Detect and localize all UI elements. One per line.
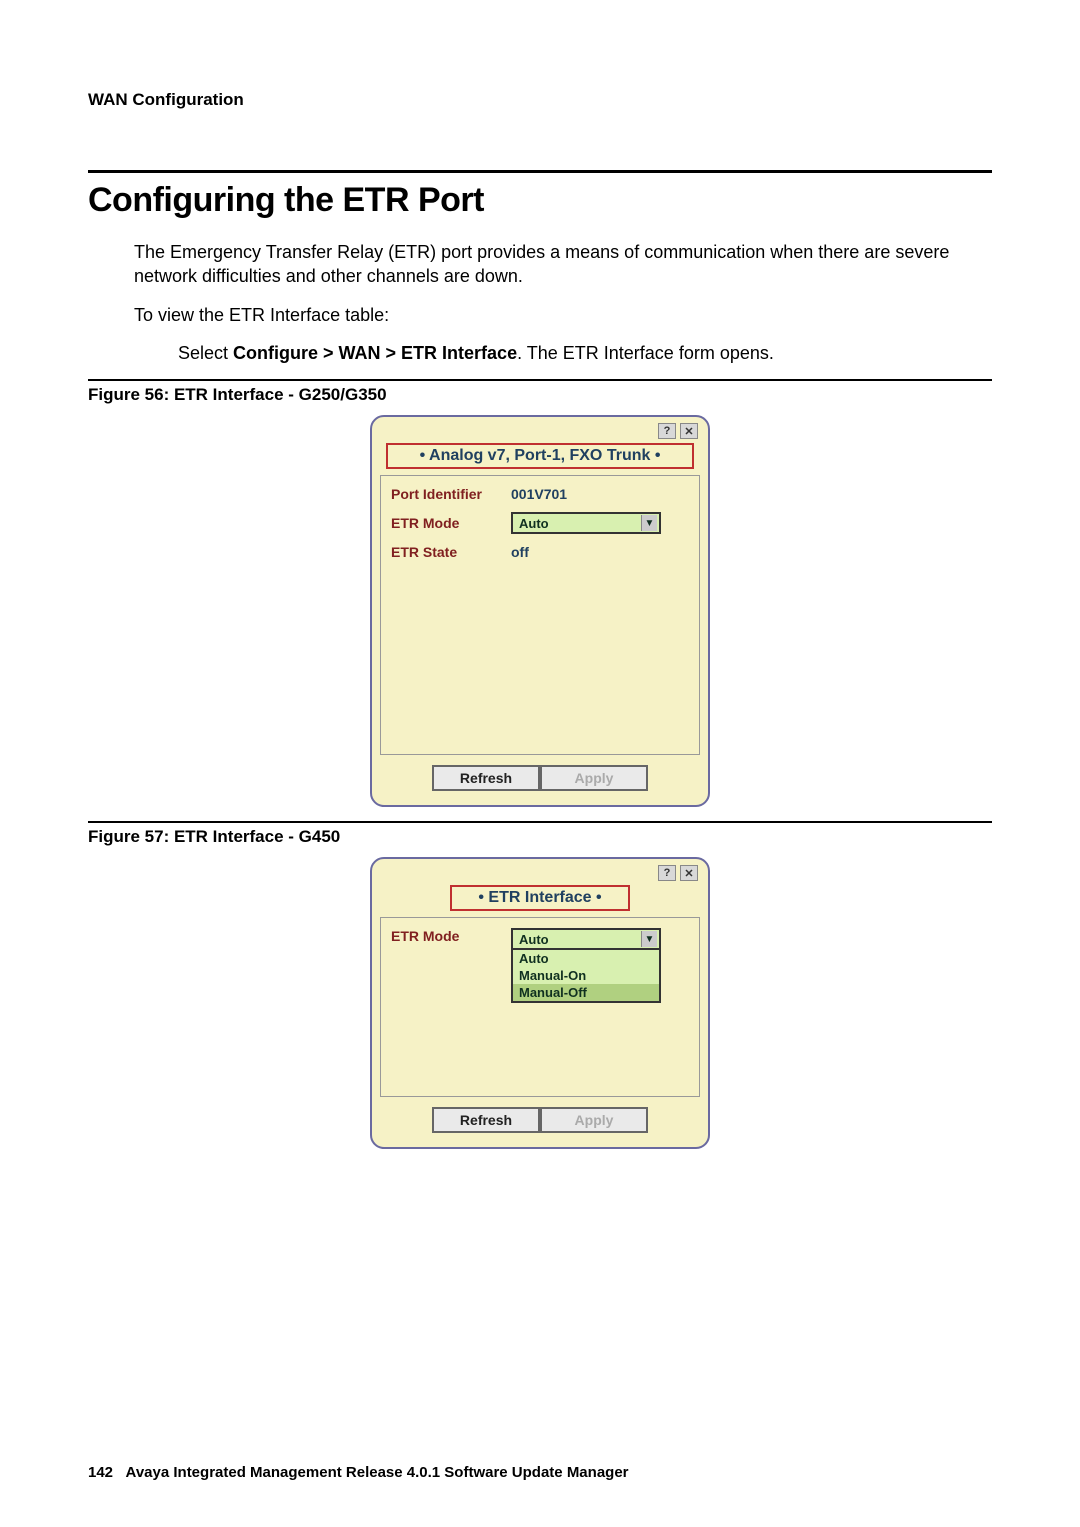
divider-fig56-top <box>88 379 992 381</box>
panel57-icons: ? ✕ <box>380 865 700 885</box>
etr-mode-dropdown[interactable]: Auto Manual-On Manual-Off <box>511 948 661 1003</box>
divider-fig57-top <box>88 821 992 823</box>
panel57-title: • ETR Interface • <box>450 885 630 911</box>
help-icon[interactable]: ? <box>658 423 676 439</box>
row-etr-state: ETR State off <box>391 544 689 560</box>
panel56-title: • Analog v7, Port-1, FXO Trunk • <box>386 443 694 469</box>
etr-state-value: off <box>511 544 529 560</box>
option-manual-on[interactable]: Manual-On <box>513 967 659 984</box>
apply-button[interactable]: Apply <box>540 1107 648 1133</box>
apply-button[interactable]: Apply <box>540 765 648 791</box>
footer-text: Avaya Integrated Management Release 4.0.… <box>126 1464 629 1481</box>
page-header: WAN Configuration <box>88 90 992 110</box>
chevron-down-icon: ▼ <box>641 931 657 947</box>
option-manual-off[interactable]: Manual-Off <box>513 984 659 1001</box>
step-line: Select Configure > WAN > ETR Interface. … <box>178 341 992 365</box>
divider-top <box>88 170 992 173</box>
fig56-container: ? ✕ • Analog v7, Port-1, FXO Trunk • Por… <box>88 415 992 807</box>
etr-panel-g250: ? ✕ • Analog v7, Port-1, FXO Trunk • Por… <box>370 415 710 807</box>
page-footer: 142 Avaya Integrated Management Release … <box>88 1464 629 1481</box>
step-prefix: Select <box>178 343 233 363</box>
port-identifier-value: 001V701 <box>511 486 567 502</box>
panel56-buttons: Refresh Apply <box>380 765 700 791</box>
fig56-caption: Figure 56: ETR Interface - G250/G350 <box>88 385 992 405</box>
panel56-inner: Port Identifier 001V701 ETR Mode Auto ▼ … <box>380 475 700 755</box>
panel57-buttons: Refresh Apply <box>380 1107 700 1133</box>
close-icon[interactable]: ✕ <box>680 423 698 439</box>
refresh-button[interactable]: Refresh <box>432 1107 540 1133</box>
chevron-down-icon: ▼ <box>641 515 657 531</box>
close-icon[interactable]: ✕ <box>680 865 698 881</box>
row-etr-mode: ETR Mode Auto ▼ <box>391 512 689 534</box>
page-number: 142 <box>88 1464 113 1481</box>
intro-paragraph: The Emergency Transfer Relay (ETR) port … <box>134 240 992 289</box>
page-title: Configuring the ETR Port <box>88 181 992 220</box>
etr-mode-value: Auto <box>519 516 549 531</box>
etr-mode-select-g450[interactable]: Auto ▼ <box>511 928 661 950</box>
option-auto[interactable]: Auto <box>513 950 659 967</box>
help-icon[interactable]: ? <box>658 865 676 881</box>
step-suffix: . The ETR Interface form opens. <box>517 343 774 363</box>
panel56-icons: ? ✕ <box>380 423 700 443</box>
step-bold: Configure > WAN > ETR Interface <box>233 343 517 363</box>
lead-paragraph: To view the ETR Interface table: <box>134 303 992 327</box>
row-port-identifier: Port Identifier 001V701 <box>391 486 689 502</box>
panel57-inner: ETR Mode Auto ▼ Auto Manual-On Manual-Of… <box>380 917 700 1097</box>
etr-state-label: ETR State <box>391 544 511 560</box>
fig57-container: ? ✕ • ETR Interface • ETR Mode Auto ▼ Au… <box>88 857 992 1149</box>
etr-mode-select[interactable]: Auto ▼ <box>511 512 661 534</box>
etr-mode-label: ETR Mode <box>391 515 511 531</box>
refresh-button[interactable]: Refresh <box>432 765 540 791</box>
etr-panel-g450: ? ✕ • ETR Interface • ETR Mode Auto ▼ Au… <box>370 857 710 1149</box>
etr-mode-value-g450: Auto <box>519 932 549 947</box>
port-identifier-label: Port Identifier <box>391 486 511 502</box>
fig57-caption: Figure 57: ETR Interface - G450 <box>88 827 992 847</box>
etr-mode-label-g450: ETR Mode <box>391 928 511 944</box>
row-etr-mode-g450: ETR Mode Auto ▼ Auto Manual-On Manual-Of… <box>391 928 689 1003</box>
